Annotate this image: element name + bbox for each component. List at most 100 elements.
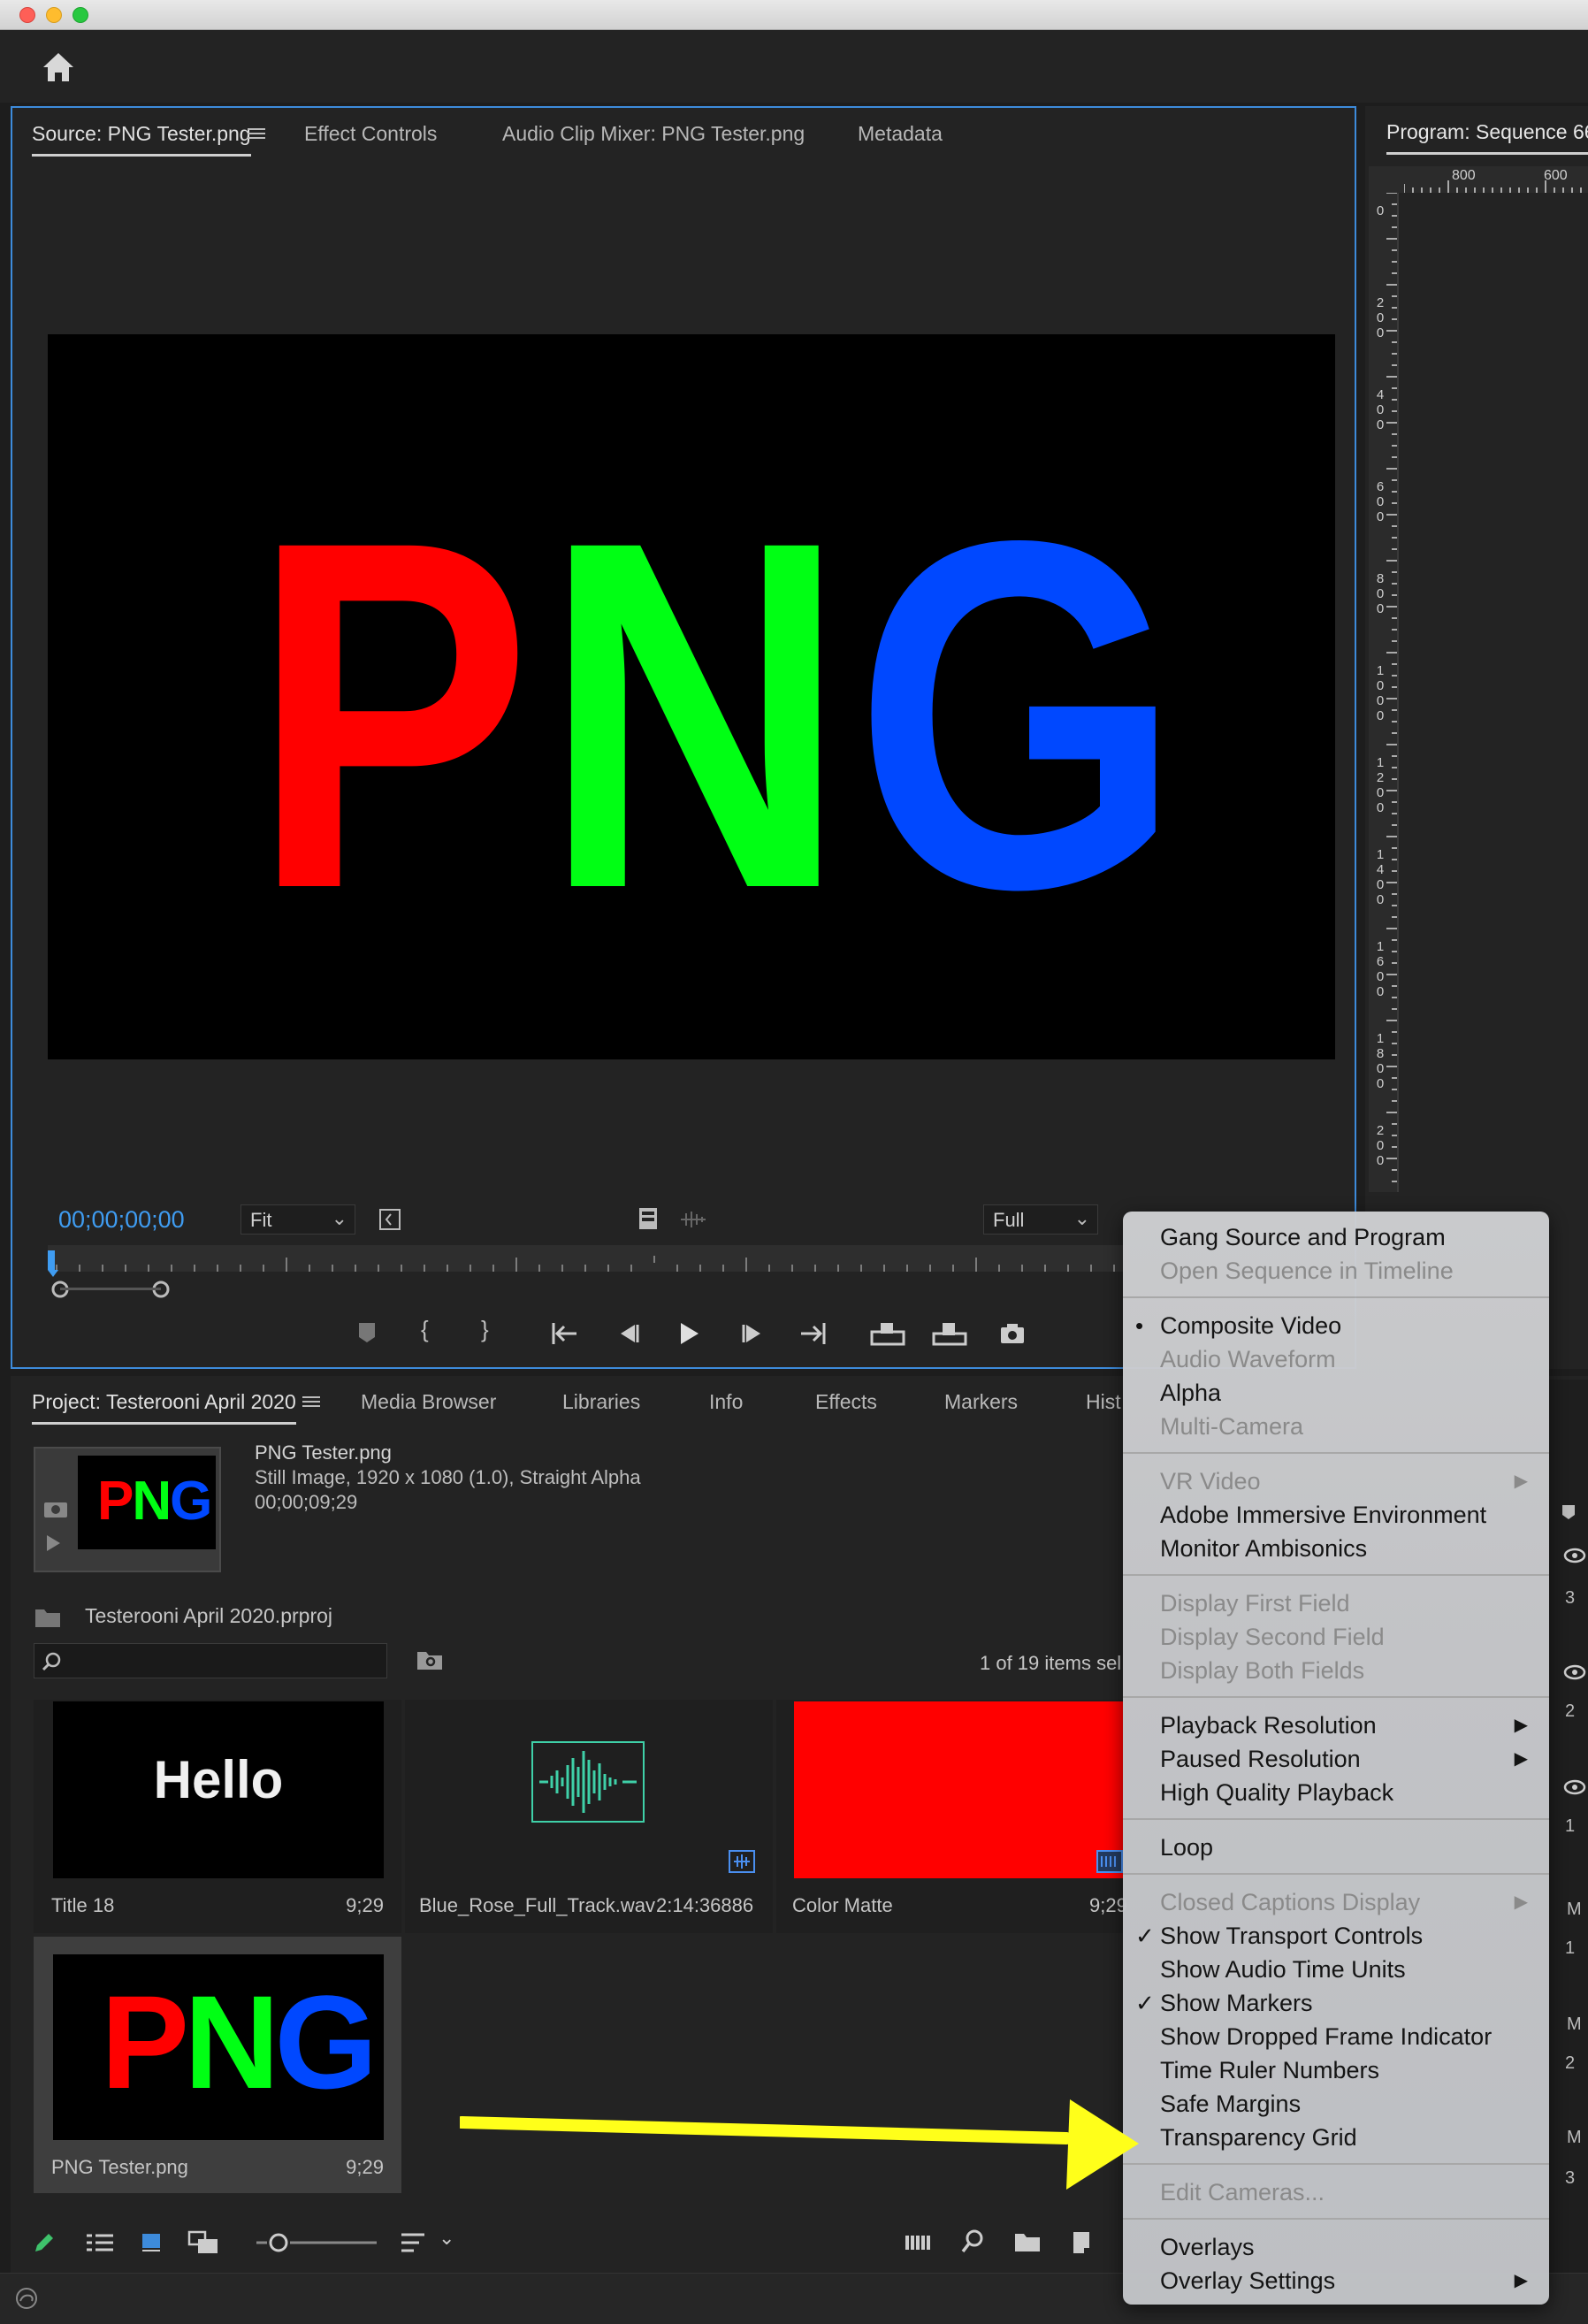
find-icon[interactable]: [960, 2228, 985, 2255]
menu-item-overlay-settings[interactable]: Overlay Settings: [1160, 2266, 1335, 2296]
minimize-window-button[interactable]: [46, 7, 62, 23]
resolution-value: Full: [993, 1209, 1025, 1231]
window-title-bar: [0, 0, 1588, 30]
project-item-title-18[interactable]: Hello Title 18 9;29: [34, 1700, 401, 1933]
tab-effect-controls[interactable]: Effect Controls: [304, 122, 437, 146]
go-to-in-icon[interactable]: [550, 1321, 580, 1346]
radio-dot-icon: •: [1135, 1312, 1144, 1339]
panel-menu-icon[interactable]: [302, 1394, 320, 1410]
zoom-window-button[interactable]: [73, 7, 88, 23]
list-view-icon[interactable]: [85, 2232, 115, 2253]
menu-item-edit-cameras: Edit Cameras...: [1160, 2179, 1325, 2206]
automate-to-sequence-icon[interactable]: [904, 2232, 934, 2253]
menu-item-show-audio-time-units[interactable]: Show Audio Time Units: [1160, 1954, 1406, 1984]
menu-item-transparency-grid[interactable]: Transparency Grid: [1160, 2122, 1357, 2152]
menu-item-show-transport-controls[interactable]: Show Transport Controls: [1160, 1921, 1423, 1951]
write-protect-pencil-icon[interactable]: [32, 2230, 57, 2255]
mute-label[interactable]: M: [1567, 1900, 1582, 1920]
mark-out-icon[interactable]: }: [481, 1316, 489, 1343]
source-timecode[interactable]: 00;00;00;00: [58, 1206, 185, 1234]
panel-menu-icon[interactable]: [248, 126, 265, 141]
menu-item-high-quality-playback[interactable]: High Quality Playback: [1160, 1777, 1393, 1808]
chevron-down-icon[interactable]: ⌄: [439, 2227, 454, 2250]
menu-item-playback-resolution[interactable]: Playback Resolution: [1160, 1710, 1377, 1740]
new-bin-icon[interactable]: [1013, 2230, 1042, 2253]
insert-icon[interactable]: [870, 1321, 905, 1346]
tab-info[interactable]: Info: [709, 1390, 743, 1414]
go-to-out-icon[interactable]: [798, 1321, 828, 1346]
source-time-ruler[interactable]: [48, 1238, 1128, 1302]
checkmark-icon: ✓: [1135, 1923, 1155, 1949]
tab-effects[interactable]: Effects: [815, 1390, 877, 1414]
step-forward-icon[interactable]: [739, 1321, 766, 1346]
tab-metadata[interactable]: Metadata: [858, 122, 943, 146]
tab-history[interactable]: Hist: [1086, 1390, 1121, 1414]
tab-audio-clip-mixer[interactable]: Audio Clip Mixer: PNG Tester.png: [502, 122, 805, 146]
freeform-view-icon[interactable]: [187, 2230, 221, 2255]
menu-item-time-ruler-numbers[interactable]: Time Ruler Numbers: [1160, 2055, 1379, 2085]
project-search-input[interactable]: [34, 1643, 387, 1678]
item-name: Color Matte: [792, 1894, 893, 1916]
menu-item-alpha[interactable]: Alpha: [1160, 1378, 1221, 1408]
zoom-slider[interactable]: [255, 2230, 378, 2255]
poster-frame-camera-icon[interactable]: [42, 1498, 69, 1519]
close-window-button[interactable]: [19, 7, 35, 23]
menu-item-composite-video[interactable]: Composite Video: [1160, 1311, 1341, 1341]
overwrite-icon[interactable]: [932, 1321, 967, 1346]
preview-duration: 00;00;09;29: [255, 1491, 358, 1513]
project-item-audio[interactable]: Blue_Rose_Full_Track.wav 2:14:36886: [405, 1700, 773, 1933]
mute-label[interactable]: M: [1567, 2128, 1582, 2148]
drag-video-icon[interactable]: [637, 1206, 660, 1231]
menu-item-safe-margins[interactable]: Safe Margins: [1160, 2089, 1301, 2119]
program-viewer[interactable]: [1397, 193, 1588, 1192]
eye-icon[interactable]: [1563, 1664, 1586, 1680]
menu-item-show-markers[interactable]: Show Markers: [1160, 1988, 1313, 2018]
add-marker-icon[interactable]: [357, 1321, 377, 1344]
menu-item-display-both-fields: Display Both Fields: [1160, 1657, 1365, 1684]
zoom-dropdown[interactable]: Fit ⌄: [240, 1204, 355, 1235]
drag-audio-icon[interactable]: [679, 1210, 707, 1229]
menu-item-adobe-immersive-environment[interactable]: Adobe Immersive Environment: [1160, 1500, 1486, 1530]
tab-source[interactable]: Source: PNG Tester.png: [32, 122, 251, 157]
step-back-icon[interactable]: [615, 1321, 642, 1346]
track-label: 3: [1565, 2168, 1576, 2188]
creative-cloud-icon[interactable]: [14, 2286, 39, 2311]
home-icon[interactable]: [41, 50, 76, 85]
resolution-dropdown[interactable]: Full ⌄: [983, 1204, 1098, 1235]
menu-item-overlays[interactable]: Overlays: [1160, 2232, 1255, 2262]
find-bin-icon[interactable]: [416, 1648, 444, 1671]
ruler-label: 0: [1376, 203, 1385, 218]
project-item-png-tester-selected[interactable]: PNG PNG Tester.png 9;29: [34, 1937, 401, 2193]
item-duration: 9;29: [346, 1894, 384, 1916]
submenu-arrow-icon: ▶: [1514, 1749, 1528, 1769]
play-icon[interactable]: [676, 1319, 702, 1348]
eye-icon[interactable]: [1563, 1779, 1586, 1795]
track-label: 1: [1565, 1816, 1576, 1836]
menu-item-show-dropped-frame-indicator[interactable]: Show Dropped Frame Indicator: [1160, 2022, 1492, 2052]
tab-libraries[interactable]: Libraries: [562, 1390, 640, 1414]
safe-margins-toggle-icon[interactable]: [378, 1208, 401, 1231]
new-item-icon[interactable]: [1068, 2228, 1095, 2255]
mute-label[interactable]: M: [1567, 2014, 1582, 2035]
camera-icon[interactable]: [999, 1323, 1026, 1344]
program-top-ruler: 800 600: [1369, 166, 1588, 193]
timeline-track-headers-fragment: 3 2 1 M 1 M 2 M 3: [1549, 1380, 1588, 2290]
tab-program[interactable]: Program: Sequence 66: [1386, 120, 1588, 155]
tab-media-browser[interactable]: Media Browser: [361, 1390, 496, 1414]
marker-icon[interactable]: [1560, 1503, 1577, 1521]
sort-icon[interactable]: [400, 2232, 426, 2253]
menu-item-loop[interactable]: Loop: [1160, 1832, 1213, 1862]
mark-in-icon[interactable]: {: [421, 1316, 429, 1343]
source-viewer-frame[interactable]: P N G: [48, 334, 1335, 1059]
track-label: 2: [1565, 1701, 1576, 1721]
eye-icon[interactable]: [1563, 1548, 1586, 1563]
tab-project[interactable]: Project: Testerooni April 2020: [32, 1390, 296, 1425]
project-item-color-matte[interactable]: Color Matte 9;29: [776, 1700, 1127, 1933]
menu-item-paused-resolution[interactable]: Paused Resolution: [1160, 1744, 1361, 1774]
tab-markers[interactable]: Markers: [944, 1390, 1018, 1414]
menu-item-monitor-ambisonics[interactable]: Monitor Ambisonics: [1160, 1533, 1367, 1563]
menu-item-gang-source-and-program[interactable]: Gang Source and Program: [1160, 1222, 1446, 1252]
ruler-label: 800: [1376, 571, 1385, 616]
preview-play-icon[interactable]: [44, 1533, 62, 1553]
icon-view-icon[interactable]: [140, 2230, 163, 2253]
